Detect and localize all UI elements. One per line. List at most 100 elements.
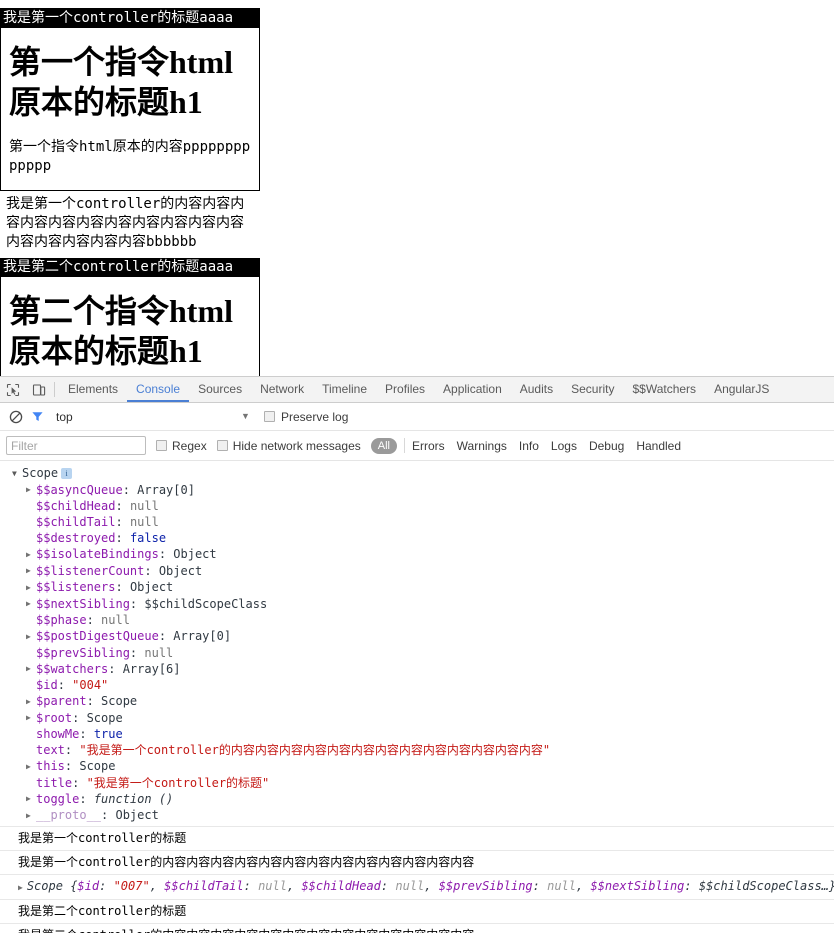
- scope-property-toggle[interactable]: ▶ toggle: function (): [26, 791, 834, 808]
- property-value: Scope: [79, 759, 116, 773]
- toggle-device-toolbar-icon[interactable]: [26, 377, 52, 402]
- scope-property-list: ▶ $$asyncQueue: Array[0] $$childHead: null…: [12, 482, 834, 824]
- tab-sources[interactable]: Sources: [189, 377, 251, 402]
- property-value: true: [93, 727, 123, 741]
- scope-property-isolateBindings[interactable]: ▶ $$isolateBindings: Object: [26, 546, 834, 563]
- preview-comma: ,: [576, 878, 591, 893]
- scope-property-this[interactable]: ▶ this: Scope: [26, 758, 834, 775]
- tab-audits[interactable]: Audits: [511, 377, 562, 402]
- console-log-message: 我是第二个controller的内容内容内容内容内容内容内容内容内容内容内容内容…: [0, 922, 834, 933]
- scope-property-listenerCount[interactable]: ▶ $$listenerCount: Object: [26, 563, 834, 580]
- preview-key: $id: [77, 878, 100, 893]
- triangle-right-icon[interactable]: ▶: [26, 482, 36, 498]
- scope-property-watchers[interactable]: ▶ $$watchers: Array[6]: [26, 661, 834, 678]
- scope-property-showMe: showMe: true: [26, 726, 834, 742]
- filter-funnel-icon[interactable]: [26, 407, 48, 427]
- tab-network[interactable]: Network: [251, 377, 313, 402]
- level-filter-debug[interactable]: Debug: [589, 439, 624, 453]
- scope-property-nextSibling[interactable]: ▶ $$nextSibling: $$childScopeClass: [26, 596, 834, 613]
- tab-console[interactable]: Console: [127, 377, 190, 402]
- triangle-right-icon[interactable]: ▶: [26, 710, 36, 726]
- level-filter-info[interactable]: Info: [519, 439, 539, 453]
- property-name: $$prevSibling: [36, 645, 130, 660]
- preview-key: $$nextSibling: [590, 878, 685, 893]
- tab-elements[interactable]: Elements: [59, 377, 127, 402]
- scope-property-childHead: $$childHead: null: [26, 498, 834, 514]
- triangle-right-icon[interactable]: ▶: [26, 580, 36, 596]
- property-value: "004": [72, 678, 109, 692]
- console-message-list: 我是第一个controller的标题 我是第一个controller的内容内容内容…: [0, 825, 834, 933]
- preview-value: $$childScopeClass: [698, 878, 822, 893]
- property-separator: :: [79, 727, 94, 741]
- controller-title-bar-1: 我是第一个controller的标题aaaa: [1, 9, 259, 28]
- property-name: $id: [36, 678, 58, 692]
- scope-property-title: title: "我是第一个controller的标题": [26, 775, 834, 791]
- level-filter-handled[interactable]: Handled: [636, 439, 681, 453]
- property-separator: :: [64, 759, 80, 773]
- property-value: Array[6]: [122, 661, 181, 676]
- scope-tree-root[interactable]: ▼ Scope i: [12, 465, 834, 482]
- triangle-right-icon[interactable]: ▶: [26, 661, 36, 677]
- preview-value: "007": [113, 878, 150, 893]
- hide-network-checkbox[interactable]: [216, 440, 228, 451]
- triangle-right-icon[interactable]: ▶: [26, 596, 36, 612]
- triangle-down-icon[interactable]: ▼: [12, 466, 22, 482]
- triangle-right-icon[interactable]: ▶: [26, 694, 36, 710]
- triangle-right-icon[interactable]: ▶: [26, 791, 36, 807]
- devtools-panel: Elements Console Sources Network Timelin…: [0, 376, 834, 933]
- scope-property-listeners[interactable]: ▶ $$listeners: Object: [26, 579, 834, 596]
- regex-checkbox[interactable]: [156, 440, 167, 451]
- scope-property-asyncQueue[interactable]: ▶ $$asyncQueue: Array[0]: [26, 482, 834, 499]
- scope-property-postDigestQueue[interactable]: ▶ $$postDigestQueue: Array[0]: [26, 628, 834, 645]
- console-output[interactable]: ▼ Scope i ▶ $$asyncQueue: Array[0] $$childHe…: [0, 461, 834, 933]
- property-separator: :: [115, 515, 130, 529]
- devtools-tabbar: Elements Console Sources Network Timelin…: [0, 377, 834, 403]
- property-name: $$watchers: [36, 661, 109, 676]
- filter-input[interactable]: [6, 436, 146, 455]
- tab-watchers[interactable]: $$Watchers: [623, 377, 705, 402]
- property-separator: :: [129, 596, 145, 611]
- tab-timeline[interactable]: Timeline: [313, 377, 376, 402]
- level-filter-all[interactable]: All: [370, 437, 397, 454]
- property-name: $$destroyed: [36, 531, 116, 545]
- console-log-message: 我是第一个controller的内容内容内容内容内容内容内容内容内容内容内容内容…: [0, 849, 834, 874]
- inspect-element-icon[interactable]: [0, 377, 26, 402]
- object-brace-close: …}: [821, 878, 834, 893]
- scope-property-text: text: "我是第一个controller的内容内容内容内容内容内容内容内容内…: [26, 742, 834, 758]
- level-filter-logs[interactable]: Logs: [551, 439, 577, 453]
- scope-property-proto[interactable]: ▶ __proto__: Object: [26, 807, 834, 824]
- chevron-down-icon: ▼: [241, 410, 250, 421]
- execution-context-select[interactable]: top ▼: [56, 410, 256, 424]
- regex-toggle[interactable]: Regex: [156, 439, 207, 453]
- level-filter-errors[interactable]: Errors: [412, 439, 445, 453]
- hide-network-toggle[interactable]: Hide network messages: [216, 439, 361, 453]
- browser-page-viewport: 我是第一个controller的标题aaaa 第一个指令html原本的标题h1 …: [0, 0, 834, 376]
- property-value: Scope: [86, 710, 123, 725]
- tab-profiles[interactable]: Profiles: [376, 377, 434, 402]
- tab-angularjs[interactable]: AngularJS: [705, 377, 778, 402]
- console-object-message[interactable]: ▶ Scope {$id: "007", $$childTail: null, $…: [0, 873, 834, 899]
- level-filter-warnings[interactable]: Warnings: [457, 439, 507, 453]
- scope-property-root[interactable]: ▶ $root: Scope: [26, 710, 834, 727]
- execution-context-value: top: [56, 409, 73, 424]
- info-icon[interactable]: i: [61, 468, 73, 479]
- property-name: $$listeners: [36, 580, 116, 594]
- triangle-right-icon[interactable]: ▶: [26, 808, 36, 824]
- property-separator: :: [158, 547, 174, 561]
- triangle-right-icon[interactable]: ▶: [26, 547, 36, 563]
- property-separator: :: [122, 482, 138, 497]
- triangle-right-icon[interactable]: ▶: [26, 629, 36, 645]
- triangle-right-icon[interactable]: ▶: [26, 759, 36, 775]
- directive-block-2: 我是第二个controller的标题aaaa 第二个指令html原本的标题h1: [0, 258, 260, 376]
- directive-paragraph-1: 第一个指令html原本的内容ppppppppppppp: [9, 139, 251, 174]
- tab-security[interactable]: Security: [562, 377, 623, 402]
- clear-console-icon[interactable]: [6, 407, 26, 427]
- tab-application[interactable]: Application: [434, 377, 511, 402]
- preserve-log-checkbox[interactable]: [264, 411, 275, 422]
- triangle-right-icon[interactable]: ▶: [26, 563, 36, 579]
- property-value: Object: [158, 563, 203, 578]
- preserve-log-toggle[interactable]: Preserve log: [264, 410, 348, 424]
- property-name: __proto__: [36, 808, 102, 822]
- scope-property-parent[interactable]: ▶ $parent: Scope: [26, 693, 834, 710]
- triangle-right-icon[interactable]: ▶: [18, 883, 23, 892]
